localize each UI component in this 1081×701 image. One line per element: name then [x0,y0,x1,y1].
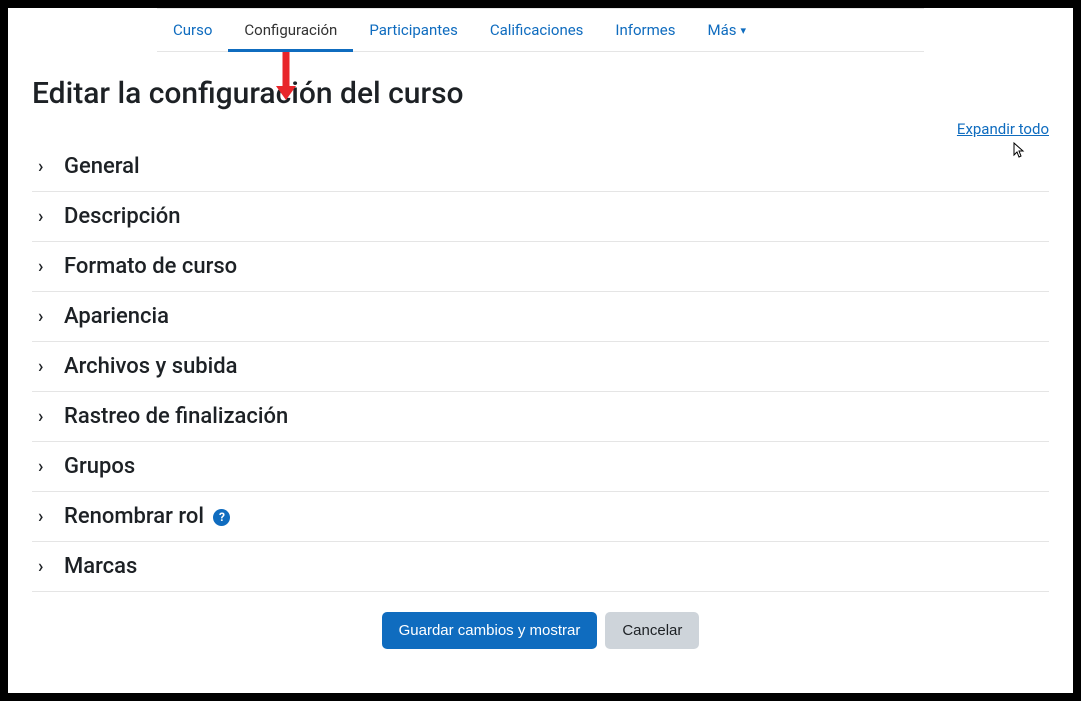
section-label: Renombrar rol ? [64,504,230,529]
section-label: Marcas [64,554,137,579]
section-descripcion[interactable]: › Descripción [32,192,1049,242]
chevron-right-icon: › [38,206,50,227]
chevron-right-icon: › [38,306,50,327]
section-label: Descripción [64,204,181,229]
section-apariencia[interactable]: › Apariencia [32,292,1049,342]
tab-mas-label: Más [708,21,737,39]
chevron-down-icon: ▾ [741,24,747,37]
chevron-right-icon: › [38,256,50,277]
section-general[interactable]: › General [32,142,1049,192]
section-list: › General › Descripción › Formato de cur… [32,142,1049,592]
section-label: Grupos [64,454,135,479]
section-marcas[interactable]: › Marcas [32,542,1049,592]
tab-participantes[interactable]: Participantes [353,9,474,51]
section-label-text: Renombrar rol [64,504,204,529]
help-icon[interactable]: ? [213,509,230,526]
section-label: Rastreo de finalización [64,404,288,429]
tab-informes[interactable]: Informes [599,9,691,51]
page-title: Editar la configuración del curso [32,76,1049,111]
expand-all-link[interactable]: Expandir todo [957,120,1049,138]
section-archivos[interactable]: › Archivos y subida [32,342,1049,392]
section-rastreo[interactable]: › Rastreo de finalización [32,392,1049,442]
tab-curso[interactable]: Curso [157,9,228,51]
section-label: Formato de curso [64,254,237,279]
cursor-pointer-icon [1009,141,1025,165]
section-grupos[interactable]: › Grupos [32,442,1049,492]
nav-tabs: Curso Configuración Participantes Califi… [157,8,924,52]
tab-mas[interactable]: Más ▾ [692,9,763,51]
tab-configuracion[interactable]: Configuración [228,9,353,51]
cancel-button[interactable]: Cancelar [605,612,699,649]
chevron-right-icon: › [38,406,50,427]
section-label: Apariencia [64,304,169,329]
tab-calificaciones[interactable]: Calificaciones [474,9,600,51]
chevron-right-icon: › [38,556,50,577]
section-label: Archivos y subida [64,354,238,379]
chevron-right-icon: › [38,156,50,177]
section-label: General [64,154,140,179]
save-button[interactable]: Guardar cambios y mostrar [382,612,598,649]
chevron-right-icon: › [38,506,50,527]
chevron-right-icon: › [38,356,50,377]
section-formato[interactable]: › Formato de curso [32,242,1049,292]
section-renombrar-rol[interactable]: › Renombrar rol ? [32,492,1049,542]
button-row: Guardar cambios y mostrar Cancelar [32,612,1049,649]
chevron-right-icon: › [38,456,50,477]
